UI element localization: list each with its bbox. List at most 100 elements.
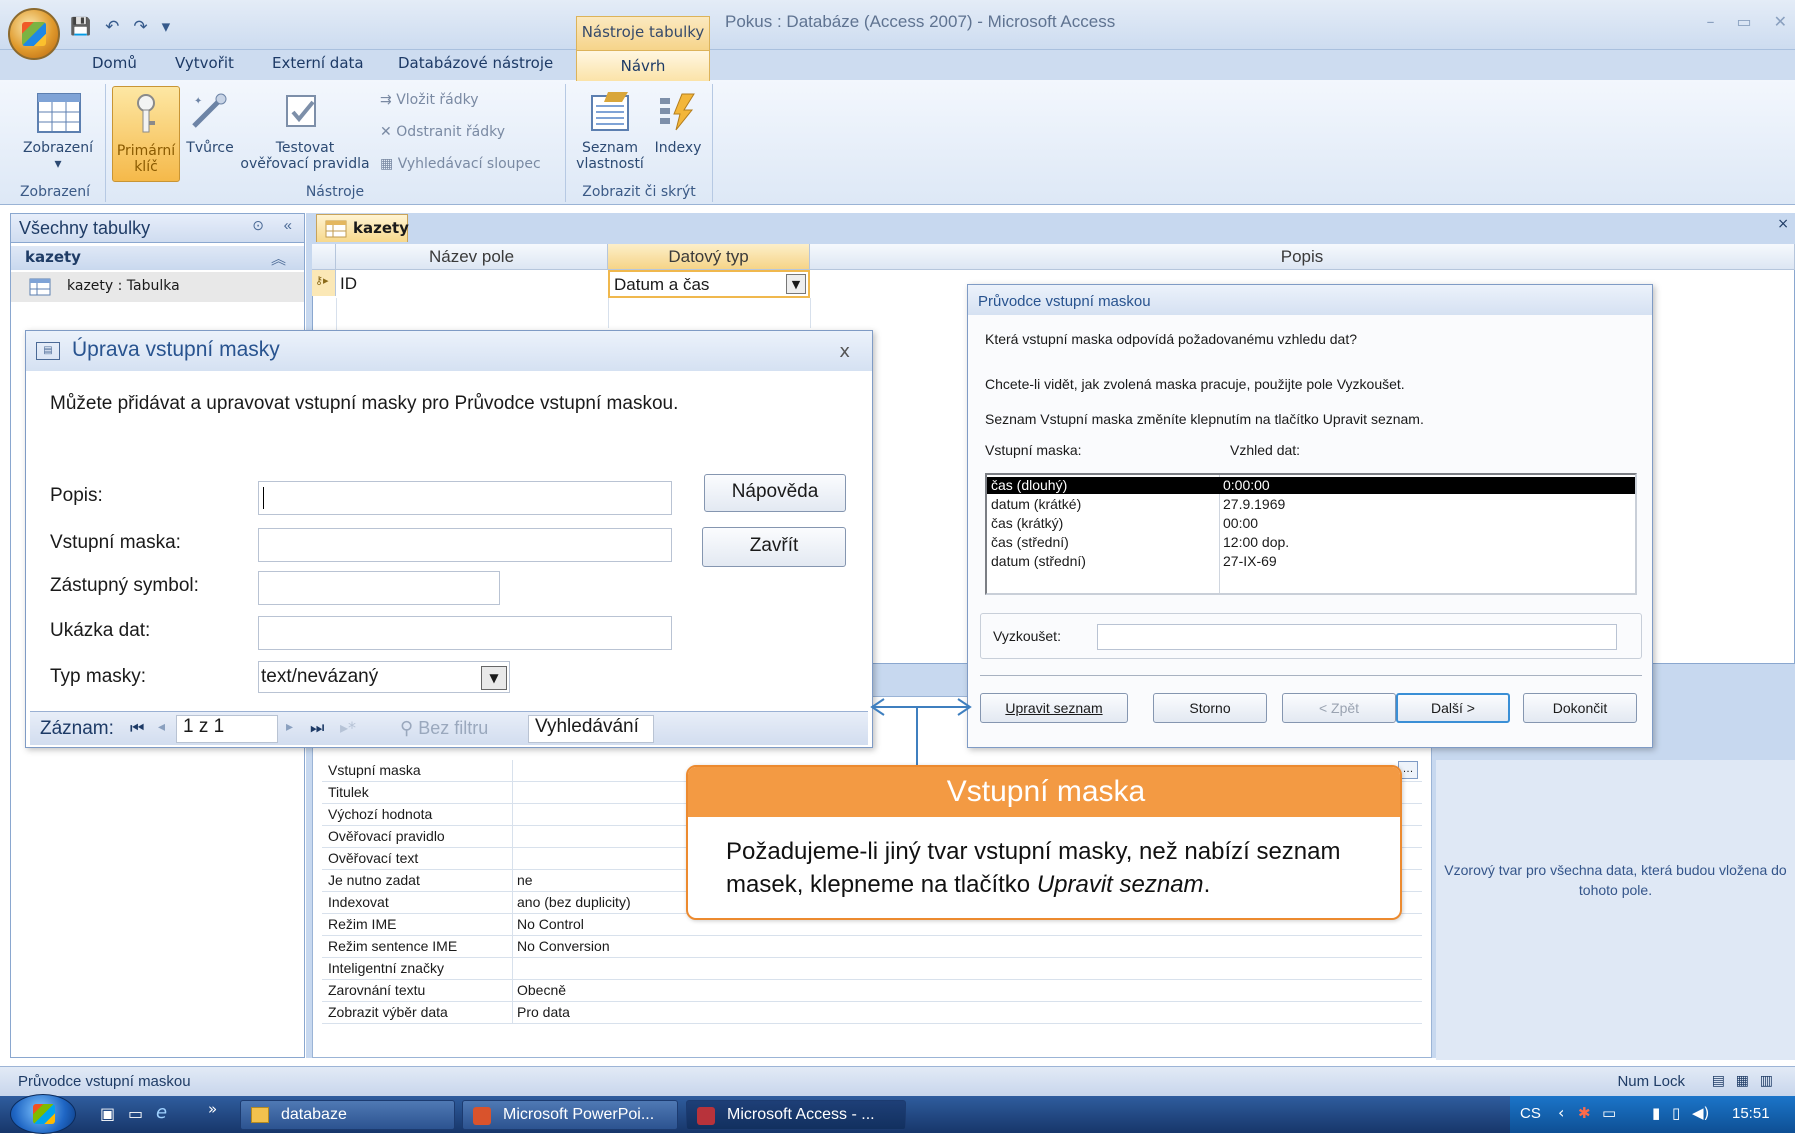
- indexes-button[interactable]: Indexy: [650, 140, 706, 156]
- input-mask-field[interactable]: [258, 528, 672, 562]
- delete-rows-button[interactable]: ✕ Odstranit řádky: [380, 124, 505, 140]
- tray-arrow-icon[interactable]: ‹: [1558, 1103, 1564, 1122]
- lookup-column-button[interactable]: ▦ Vyhledávací sloupec: [380, 156, 541, 172]
- builder-button[interactable]: Tvůrce: [180, 140, 240, 156]
- test-rules-button[interactable]: Testovat ověřovací pravidla: [235, 140, 375, 172]
- nav-pane-header[interactable]: Všechny tabulky ⊙ «: [10, 213, 305, 243]
- tab-navrh[interactable]: Návrh: [576, 50, 710, 81]
- language-indicator[interactable]: CS: [1520, 1105, 1541, 1122]
- explorer-icon[interactable]: ▭: [128, 1104, 143, 1123]
- tab-externi-data[interactable]: Externí data: [272, 54, 364, 72]
- system-tray: CS ‹ ✱ ▭ ▮ ▯ ◀) 15:51: [1510, 1096, 1795, 1133]
- restore-button[interactable]: ▭: [1736, 12, 1751, 31]
- numlock-indicator: Num Lock: [1617, 1073, 1685, 1090]
- list-item-selected[interactable]: čas (dlouhý) 0:00:00: [987, 477, 1635, 494]
- record-navigator: Záznam: ⏮ ◂ 1 z 1 ▸ ⏭ ▸* ⚲ Bez filtru Vy…: [30, 711, 868, 745]
- taskbar: ▣ ▭ e » databaze Microsoft PowerPoi... M…: [0, 1094, 1795, 1134]
- try-input[interactable]: [1097, 624, 1617, 650]
- datasheet-view-icon[interactable]: ▤: [1712, 1072, 1725, 1089]
- property-row[interactable]: Zarovnání textu Obecně: [322, 980, 1422, 1002]
- office-button[interactable]: [8, 8, 60, 60]
- chevron-down-icon[interactable]: ▼: [786, 274, 806, 294]
- list-item[interactable]: čas (střední) 12:00 dop.: [987, 534, 1635, 551]
- help-button[interactable]: Nápověda: [704, 474, 846, 512]
- dialog-close-button[interactable]: x: [839, 341, 850, 362]
- search-input[interactable]: Vyhledávání: [528, 715, 654, 743]
- tray-app-icon[interactable]: ✱: [1578, 1104, 1591, 1122]
- property-row[interactable]: Zobrazit výběr data Pro data: [322, 1002, 1422, 1024]
- tab-domu[interactable]: Domů: [92, 54, 137, 72]
- finish-button[interactable]: Dokončit: [1523, 693, 1637, 723]
- group-separator: [565, 84, 566, 202]
- powerpoint-icon: [473, 1107, 491, 1125]
- chevron-down-icon[interactable]: ▼: [481, 666, 507, 690]
- wizard-question: Která vstupní maska odpovídá požadovaném…: [985, 331, 1358, 347]
- primary-key-row-indicator[interactable]: ⚷▸: [312, 270, 336, 296]
- minimize-button[interactable]: –: [1706, 12, 1714, 31]
- tray-device-icon[interactable]: ▮: [1652, 1104, 1660, 1122]
- previous-record-icon[interactable]: ◂: [158, 719, 165, 735]
- mask-type-select[interactable]: text/nevázaný ▼: [258, 661, 510, 693]
- start-button[interactable]: [10, 1094, 76, 1134]
- list-item[interactable]: datum (střední) 27-IX-69: [987, 553, 1635, 570]
- property-row[interactable]: Režim sentence IME No Conversion: [322, 936, 1422, 958]
- close-button[interactable]: Zavřít: [702, 527, 846, 567]
- new-record-icon[interactable]: ▸*: [340, 718, 356, 737]
- ie-icon[interactable]: e: [156, 1102, 167, 1123]
- sample-data-field[interactable]: [258, 616, 672, 650]
- input-mask-wizard-dialog: Průvodce vstupní maskou Která vstupní ma…: [967, 284, 1653, 748]
- tab-vytvorit[interactable]: Vytvořit: [175, 54, 234, 72]
- network-icon[interactable]: ▭: [1602, 1104, 1616, 1122]
- document-tab-kazety[interactable]: kazety: [316, 214, 409, 242]
- nav-item-kazety-table[interactable]: kazety : Tabulka: [11, 272, 304, 302]
- next-button[interactable]: Další >: [1396, 693, 1510, 723]
- record-position[interactable]: 1 z 1: [176, 715, 278, 743]
- mask-list[interactable]: čas (dlouhý) 0:00:00 datum (krátké) 27.9.1…: [985, 473, 1637, 595]
- grid-line: [810, 298, 811, 328]
- field-name-cell[interactable]: ID: [340, 274, 357, 294]
- chart-view-icon[interactable]: ▥: [1760, 1072, 1773, 1089]
- svg-text:✦: ✦: [194, 96, 202, 107]
- list-item[interactable]: datum (krátké) 27.9.1969: [987, 496, 1635, 513]
- view-button[interactable]: Zobrazení ▾: [18, 140, 98, 172]
- next-record-icon[interactable]: ▸: [286, 719, 293, 735]
- customize-qat-icon[interactable]: ▾: [162, 17, 171, 37]
- nav-dropdown-icon[interactable]: ⊙: [252, 217, 264, 234]
- tray-monitor-icon[interactable]: ▯: [1672, 1104, 1680, 1122]
- undo-icon[interactable]: ↶: [105, 17, 119, 37]
- nav-group-kazety[interactable]: kazety ︽: [11, 246, 304, 270]
- back-button[interactable]: < Zpět: [1282, 693, 1396, 723]
- collapse-group-icon[interactable]: ︽: [271, 248, 286, 269]
- dialog-intro: Můžete přidávat a upravovat vstupní mask…: [50, 393, 679, 414]
- more-quicklaunch-icon[interactable]: »: [208, 1100, 217, 1118]
- ribbon-tabs: Domů Vytvořit Externí data Databázové ná…: [0, 50, 1795, 80]
- redo-icon[interactable]: ↷: [133, 17, 147, 37]
- placeholder-symbol-field[interactable]: [258, 571, 500, 605]
- try-group: Vyzkoušet:: [980, 613, 1642, 659]
- insert-rows-button[interactable]: ⇉ Vložit řádky: [380, 92, 479, 108]
- property-sheet-button[interactable]: Seznam vlastností: [572, 140, 648, 172]
- filter-button[interactable]: ⚲ Bez filtru: [400, 718, 488, 739]
- edit-list-button[interactable]: Upravit seznam: [980, 693, 1128, 723]
- taskbar-button-databaze[interactable]: databaze: [240, 1100, 455, 1130]
- tab-databazove-nastroje[interactable]: Databázové nástroje: [398, 54, 553, 72]
- cancel-button[interactable]: Storno: [1153, 693, 1267, 723]
- close-document-icon[interactable]: ×: [1777, 216, 1789, 232]
- taskbar-button-powerpoint[interactable]: Microsoft PowerPoi...: [462, 1100, 678, 1130]
- last-record-icon[interactable]: ⏭: [310, 718, 324, 738]
- popis-field[interactable]: [258, 481, 672, 515]
- list-item[interactable]: čas (krátký) 00:00: [987, 515, 1635, 532]
- data-type-select[interactable]: Datum a čas ▼: [608, 270, 810, 298]
- close-window-button[interactable]: ✕: [1774, 12, 1787, 31]
- save-icon[interactable]: 💾: [70, 17, 91, 37]
- taskbar-button-access[interactable]: Microsoft Access - ...: [686, 1100, 906, 1130]
- first-record-icon[interactable]: ⏮: [130, 718, 144, 738]
- folder-icon: [251, 1107, 269, 1123]
- property-row[interactable]: Inteligentní značky: [322, 958, 1422, 980]
- show-desktop-icon[interactable]: ▣: [100, 1104, 115, 1123]
- pivot-view-icon[interactable]: ▦: [1736, 1072, 1749, 1089]
- collapse-pane-icon[interactable]: «: [284, 217, 292, 234]
- primary-key-button[interactable]: Primární klíč: [112, 86, 180, 182]
- callout-text: Požadujeme-li jiný tvar vstupní masky, n…: [726, 838, 1341, 898]
- volume-icon[interactable]: ◀): [1692, 1104, 1709, 1122]
